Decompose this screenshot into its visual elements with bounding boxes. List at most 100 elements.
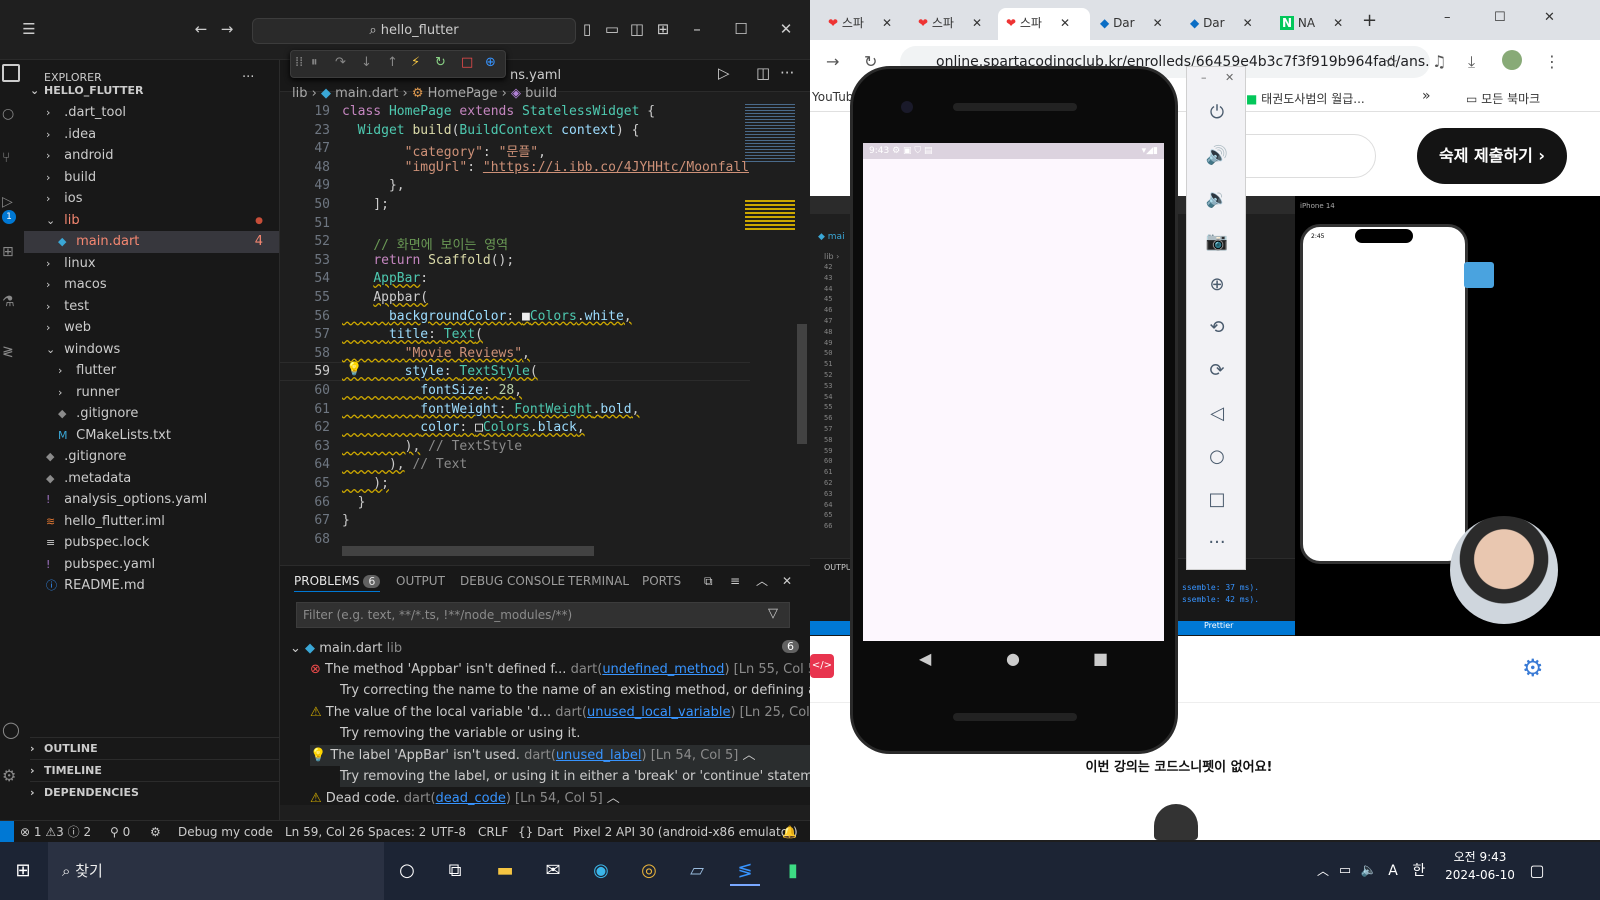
close-icon[interactable]: ✕	[972, 16, 982, 30]
problem-item[interactable]: ⚠ The value of the local variable 'd... …	[310, 702, 853, 723]
notepad-icon[interactable]: ▱	[682, 856, 712, 886]
tree-item-hello-flutter-iml[interactable]: ≋ hello_flutter.iml	[24, 511, 279, 533]
problem-item[interactable]: ⊗ The method 'Appbar' isn't defined f...…	[310, 659, 838, 680]
forward-arrow-icon[interactable]: →	[218, 20, 236, 38]
tree-item-web[interactable]: › web	[24, 317, 279, 339]
view-as-list-icon[interactable]: ≡	[730, 570, 740, 592]
volume-up-icon[interactable]: 🔊	[1203, 142, 1231, 170]
extensions-icon[interactable]: ⊞	[2, 244, 14, 260]
ime-hangul[interactable]: 한	[1404, 856, 1434, 886]
volume-down-icon[interactable]: 🔉	[1203, 185, 1231, 213]
close-window-icon[interactable]: ✕	[1544, 10, 1555, 25]
problem-item[interactable]: 💡 The label 'AppBar' isn't used. dart(un…	[310, 745, 810, 766]
problem-code-link[interactable]: unused_label	[556, 748, 642, 763]
problem-code-link[interactable]: undefined_method	[602, 662, 724, 677]
tree-item-dart-tool[interactable]: › .dart_tool	[24, 102, 279, 124]
download-icon[interactable]: ⤓	[1468, 52, 1475, 72]
restart-icon[interactable]: ↻	[435, 55, 446, 70]
debug-icon[interactable]: ⚙	[150, 821, 161, 843]
account-icon[interactable]: ◯	[2, 720, 20, 739]
maximize-panel-icon[interactable]: ︿	[756, 570, 768, 592]
browser-tab[interactable]: ◆ Dar ✕	[1182, 8, 1268, 40]
command-center-search[interactable]: ⌕ hello_flutter	[252, 18, 576, 44]
close-icon[interactable]: ✕	[1225, 71, 1234, 84]
rotate-left-icon[interactable]: ⟲	[1203, 314, 1231, 342]
browser-tab[interactable]: ❤ 스파 ✕	[820, 8, 906, 40]
tree-item-linux[interactable]: › linux	[24, 253, 279, 275]
toggle-sidebar-icon[interactable]: ▯	[578, 20, 596, 38]
maximize-window-icon[interactable]: ☐	[732, 20, 750, 38]
toggle-panel-icon[interactable]: ▭	[603, 20, 621, 38]
vscode-taskbar-icon[interactable]: ≶	[730, 856, 760, 886]
close-icon[interactable]: ✕	[1153, 16, 1163, 30]
tree-item-android[interactable]: › android	[24, 145, 279, 167]
power-icon[interactable]: ⏻	[1203, 99, 1231, 127]
step-into-icon[interactable]: ↓	[361, 55, 372, 70]
tree-item-ios[interactable]: › ios	[24, 188, 279, 210]
device-selector[interactable]: Pixel 2 API 30 (android-x86 emulator)	[573, 821, 798, 843]
language-mode[interactable]: {} Dart	[518, 821, 563, 843]
home-circle-icon[interactable]: ●	[1006, 649, 1020, 668]
file-explorer-icon[interactable]: ▬	[490, 856, 520, 886]
mail-icon[interactable]: ✉	[538, 856, 568, 886]
tree-item-analysis-options-yaml[interactable]: ! analysis_options.yaml	[24, 489, 279, 511]
tab-problems[interactable]: PROBLEMS 6	[294, 570, 381, 592]
run-icon[interactable]: ▷	[718, 64, 730, 82]
edge-icon[interactable]: ◉	[586, 856, 616, 886]
vertical-scrollbar[interactable]	[797, 324, 807, 444]
explorer-more-icon[interactable]: ···	[242, 60, 254, 95]
problem-code-link[interactable]: dead_code	[436, 791, 506, 806]
maximize-window-icon[interactable]: ☐	[1494, 10, 1506, 25]
project-root[interactable]: ⌄ HELLO_FLUTTER	[30, 80, 144, 102]
cursor-position[interactable]: Ln 59, Col 26	[285, 821, 364, 843]
problems-group-header[interactable]: ⌄ ◆ main.dart lib	[290, 638, 402, 659]
tree-item-lib[interactable]: ⌄ lib ●	[24, 210, 279, 232]
settings-gear-icon[interactable]: ⚙	[1522, 654, 1544, 682]
stop-icon[interactable]: □	[461, 55, 473, 70]
submit-homework-button[interactable]: 숙제 제출하기 ›	[1417, 128, 1567, 184]
close-icon[interactable]: ✕	[1243, 16, 1253, 30]
bookmark-youtube[interactable]: YouTub	[812, 90, 853, 104]
tab-terminal[interactable]: TERMINAL	[568, 570, 629, 592]
chevron-up-icon[interactable]: ︿	[738, 748, 755, 763]
bookmark-star-icon[interactable]: ☆	[1384, 52, 1398, 71]
bookmark-item[interactable]: ■ 태권도사범의 월급...	[1246, 90, 1365, 107]
tree-item-metadata[interactable]: ◆ .metadata	[24, 468, 279, 490]
tab-ports[interactable]: PORTS	[642, 570, 681, 592]
more-bookmarks-icon[interactable]: »	[1422, 88, 1431, 104]
encoding[interactable]: UTF-8	[431, 821, 466, 843]
problems-filter-input[interactable]: Filter (e.g. text, **/*.ts, !**/node_mod…	[296, 602, 790, 628]
recents-square-icon[interactable]: ■	[1093, 649, 1108, 668]
notification-center-icon[interactable]: ▢	[1522, 856, 1552, 886]
problem-item[interactable]: ⚠ Dead code. dart(dead_code) [Ln 54, Col…	[310, 788, 620, 809]
timeline-section[interactable]: › TIMELINE	[30, 759, 280, 781]
media-icon[interactable]: ♫	[1432, 52, 1446, 71]
minimize-icon[interactable]: –	[1201, 71, 1207, 84]
tree-item-idea[interactable]: › .idea	[24, 124, 279, 146]
widget-inspector-icon[interactable]: ⊕	[485, 55, 496, 70]
tree-item-test[interactable]: › test	[24, 296, 279, 318]
close-icon[interactable]: ✕	[1333, 16, 1343, 30]
minimap[interactable]	[745, 104, 807, 564]
emulator-screen[interactable]: 9:43 ⚙ ▣ ⛉ ▤ ▾◢▮	[863, 143, 1164, 641]
browser-tab-active[interactable]: ❤ 스파 ✕	[998, 8, 1090, 40]
problem-code-link[interactable]: unused_local_variable	[587, 705, 730, 720]
rotate-right-icon[interactable]: ⟳	[1203, 357, 1231, 385]
problems-status[interactable]: ⊗ 1 ⚠3 ⓘ 2	[20, 821, 91, 843]
zoom-icon[interactable]: ⊕	[1203, 271, 1231, 299]
back-arrow-icon[interactable]: ←	[192, 20, 210, 38]
remote-indicator[interactable]	[0, 821, 14, 843]
horizontal-scrollbar[interactable]	[342, 546, 594, 556]
back-icon[interactable]: ◁	[1203, 400, 1231, 428]
browser-tab[interactable]: N NA ✕	[1272, 8, 1358, 40]
tree-item-gitignore[interactable]: ◆ .gitignore	[24, 446, 279, 468]
close-icon[interactable]: ✕	[882, 16, 892, 30]
tree-item-flutter[interactable]: › flutter	[24, 360, 279, 382]
hamburger-menu-icon[interactable]: ☰	[20, 20, 38, 38]
close-window-icon[interactable]: ✕	[777, 20, 795, 38]
editor-more-icon[interactable]: ···	[780, 64, 794, 82]
profile-avatar[interactable]	[1502, 50, 1522, 70]
filter-icon[interactable]: ▽	[768, 606, 778, 621]
android-emulator-taskbar-icon[interactable]: ▮	[778, 856, 808, 886]
tab-output[interactable]: OUTPUT	[396, 570, 445, 592]
